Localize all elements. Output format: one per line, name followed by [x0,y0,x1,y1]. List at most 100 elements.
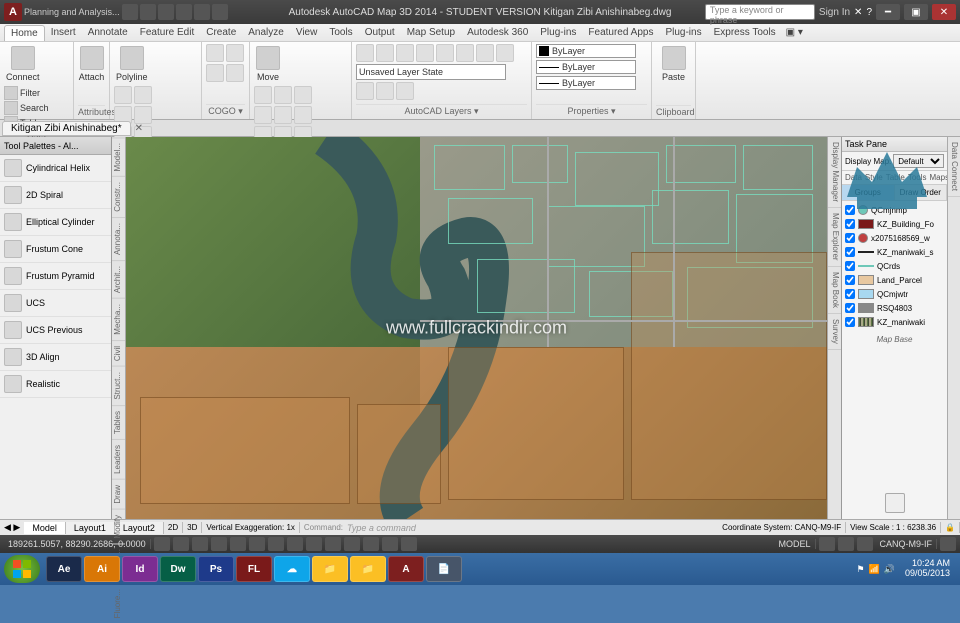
ribbon-tab-express-tools[interactable]: Express Tools [708,25,782,40]
tp-tool-style[interactable]: Style [865,173,883,182]
palette-cat-struct[interactable]: Struct... [112,366,125,405]
layer-off-button[interactable] [376,44,394,62]
layer-checkbox[interactable] [845,275,855,285]
ribbon-minimize-icon[interactable]: ▣ ▾ [786,27,803,38]
refresh-icon[interactable] [885,493,905,513]
qat-save-icon[interactable] [158,4,174,20]
dyn-toggle[interactable] [306,537,322,551]
tray-network-icon[interactable]: 📶 [869,564,880,575]
app-logo[interactable]: A [4,3,22,21]
layer-qcrds[interactable]: QCrds [844,259,945,273]
model-space-indicator[interactable]: MODEL [774,539,815,549]
taskbar-app-1[interactable]: Ai [84,556,120,582]
3dosnap-toggle[interactable] [249,537,265,551]
layer-props-button[interactable] [356,44,374,62]
task-pane-title[interactable]: Task Pane [842,137,947,152]
ribbon-tab-tools[interactable]: Tools [323,25,358,40]
drawing-canvas[interactable]: www.fullcrackindir.com [126,137,827,519]
ribbon-tab-featured-apps[interactable]: Featured Apps [582,25,659,40]
qat-open-icon[interactable] [140,4,156,20]
layer-checkbox[interactable] [845,289,855,299]
lineweight-combo[interactable]: ByLayer [536,60,636,74]
palette-item-realistic[interactable]: Realistic [0,371,111,398]
layer-tool-8[interactable] [496,44,514,62]
command-input[interactable]: Type a command [347,523,714,533]
am-toggle[interactable] [401,537,417,551]
ribbon-tab-create[interactable]: Create [200,25,242,40]
start-button[interactable] [4,555,40,583]
status-tool-3[interactable] [857,537,873,551]
tpy-toggle[interactable] [344,537,360,551]
layer-kz_maniwaki[interactable]: KZ_maniwaki [844,315,945,329]
palette-cat-model[interactable]: Model... [112,137,125,176]
layer-tool-7[interactable] [476,44,494,62]
palette-item-ucs[interactable]: UCS [0,290,111,317]
task-tab-map-book[interactable]: Map Book [828,267,841,314]
tp-tool-maps[interactable]: Maps [930,173,947,182]
new-tab-button[interactable]: ✕ [135,123,143,134]
layer-checkbox[interactable] [845,233,855,243]
maximize-button[interactable]: ▣ [904,4,928,20]
ribbon-tab-analyze[interactable]: Analyze [242,25,290,40]
layer-rsq4803[interactable]: RSQ4803 [844,301,945,315]
help-icon[interactable]: ? [866,7,872,18]
cogo-tool-3[interactable] [206,64,224,82]
layer-checkbox[interactable] [845,205,855,215]
document-tab[interactable]: Kitigan Zibi Anishinabeg* [2,121,131,136]
view-scale-pane[interactable]: View Scale : 1 : 6238.36 [846,522,941,533]
exchange-icon[interactable]: ✕ [854,7,862,18]
status-tool-2[interactable] [838,537,854,551]
vert-exag[interactable]: Vertical Exaggeration: 1x [202,522,300,533]
layer-tool-10[interactable] [376,82,394,100]
palette-cat-constr[interactable]: Constr... [112,176,125,217]
ribbon-tab-output[interactable]: Output [359,25,401,40]
attach-button[interactable]: Attach [78,44,105,84]
layer-tool-9[interactable] [356,82,374,100]
palette-cat-mecha[interactable]: Mecha... [112,298,125,340]
panel-label-layers[interactable]: AutoCAD Layers ▾ [356,104,527,117]
palette-item-cylindrical-helix[interactable]: Cylindrical Helix [0,155,111,182]
ribbon-tab-view[interactable]: View [290,25,324,40]
panel-label-cogo[interactable]: COGO ▾ [206,104,245,117]
map-base-label[interactable]: Map Base [842,331,947,348]
copy-tool[interactable] [254,106,272,124]
taskbar-app-0[interactable]: Ae [46,556,82,582]
ribbon-tab-feature-edit[interactable]: Feature Edit [134,25,200,40]
search-button[interactable]: Search [4,101,49,115]
layer-tool-5[interactable] [436,44,454,62]
qat-new-icon[interactable] [122,4,138,20]
taskbar-app-4[interactable]: Ps [198,556,234,582]
rotate-tool[interactable] [254,86,272,104]
sign-in-link[interactable]: Sign In [819,7,850,18]
model-tab[interactable]: Model [24,522,66,534]
panel-label-props[interactable]: Properties ▾ [536,104,647,117]
snap-toggle[interactable] [154,537,170,551]
palette-item-2d-spiral[interactable]: 2D Spiral [0,182,111,209]
taskbar-app-6[interactable]: ☁ [274,556,310,582]
ortho-toggle[interactable] [192,537,208,551]
palette-item-ucs-previous[interactable]: UCS Previous [0,317,111,344]
lwt-toggle[interactable] [325,537,341,551]
data-connect-tab[interactable]: Data Connect [947,137,960,519]
scale-tool[interactable] [294,86,312,104]
coord-sys-pane[interactable]: Coordinate System: CANQ-M9-IF [718,522,846,533]
cogo-tool-2[interactable] [226,44,244,62]
status-tool-1[interactable] [819,537,835,551]
tool-palettes-title[interactable]: Tool Palettes - Al... [0,137,111,155]
layer-kz_building_fo[interactable]: KZ_Building_Fo [844,217,945,231]
taskbar-app-2[interactable]: Id [122,556,158,582]
nav-arrows[interactable]: ◀ ▶ [0,522,24,533]
layer-x2075168569_w[interactable]: x2075168569_w [844,231,945,245]
layer-tool-11[interactable] [396,82,414,100]
tray-volume-icon[interactable]: 🔊 [884,564,895,575]
taskbar-app-5[interactable]: FL [236,556,272,582]
layer-land_parcel[interactable]: Land_Parcel [844,273,945,287]
ribbon-tab-autodesk-360[interactable]: Autodesk 360 [461,25,534,40]
taskbar-app-9[interactable]: A [388,556,424,582]
layer-state-combo[interactable]: Unsaved Layer State [356,64,506,80]
tp-subtab-draw-order[interactable]: Draw Order [895,185,948,200]
tp-tool-data[interactable]: Data [845,173,862,182]
2d-toggle[interactable]: 2D [164,522,183,533]
status-tool-4[interactable] [940,537,956,551]
layer-kz_maniwaki_s[interactable]: KZ_maniwaki_s [844,245,945,259]
